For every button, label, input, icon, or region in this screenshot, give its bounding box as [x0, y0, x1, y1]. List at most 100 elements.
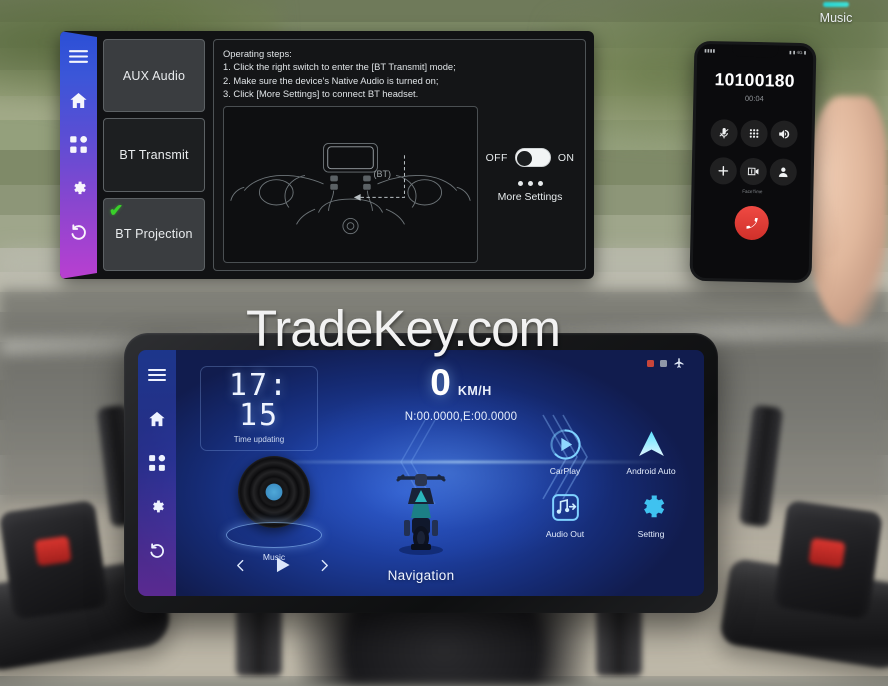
toggle-knob	[517, 150, 533, 166]
speed-row: 0 KM/H	[376, 364, 546, 401]
status-gray-dot	[660, 359, 667, 367]
mode-button-aux-audio[interactable]: AUX Audio	[103, 39, 205, 113]
music-bar-icon	[823, 2, 849, 7]
smartphone-call-screen: ▮▮▮▮ ▮ ▮ 4G ▮ 10100180 00:04 FaceTime	[689, 40, 817, 284]
vinyl-record-icon	[238, 456, 310, 528]
carplay-icon	[549, 428, 582, 461]
audio-out-icon	[549, 491, 582, 524]
mic-muted-icon	[718, 128, 728, 139]
keypad-icon	[749, 129, 758, 138]
app-setting[interactable]: Setting	[608, 491, 694, 539]
bt-transmit-toggle[interactable]	[514, 148, 551, 168]
plus-icon	[717, 165, 728, 176]
back-icon[interactable]	[148, 542, 166, 560]
contacts-button[interactable]	[769, 158, 797, 186]
gear-icon[interactable]	[148, 498, 166, 516]
menu-icon[interactable]	[69, 47, 88, 66]
app-audio-out-label: Audio Out	[545, 529, 585, 539]
add-call-button[interactable]	[709, 157, 737, 185]
chevron-left-icon	[237, 559, 244, 571]
play-button[interactable]	[273, 555, 292, 580]
mode-button-bt-projection[interactable]: ✔ BT Projection	[103, 197, 205, 271]
bt-diagram-label: (BT)	[373, 169, 392, 180]
menu-icon[interactable]	[148, 366, 166, 384]
clock-widget: 17: 15 Time updating	[200, 366, 318, 451]
facetime-label: FaceTime	[742, 188, 763, 195]
check-icon: ✔	[109, 200, 124, 220]
handlebar-diagram-svg	[230, 143, 471, 235]
mode-button-bt-transmit-label: BT Transmit	[119, 147, 189, 162]
app-setting-label: Setting	[637, 529, 665, 539]
play-icon	[276, 557, 290, 573]
settings-panel-sidebar	[60, 31, 97, 279]
end-call-icon	[746, 217, 758, 229]
settings-panel-content: AUX Audio BT Transmit ✔ BT Projection Op…	[97, 31, 594, 279]
ellipsis-icon	[517, 181, 543, 187]
music-corner-label: Music	[806, 2, 866, 25]
chevron-right-icon	[321, 559, 328, 571]
app-carplay[interactable]: CarPlay	[522, 428, 608, 476]
operating-steps-text: Operating steps: 1. Click the right swit…	[223, 48, 456, 100]
music-widget[interactable]: Music	[226, 456, 322, 562]
phone-status-bar: ▮▮▮▮ ▮ ▮ 4G ▮	[697, 44, 813, 59]
app-android-auto[interactable]: Android Auto	[608, 428, 694, 476]
mode-button-aux-audio-label: AUX Audio	[122, 68, 186, 83]
more-settings-label: More Settings	[497, 191, 563, 204]
android-auto-icon	[635, 428, 668, 461]
speaker-icon	[778, 129, 789, 139]
music-corner-text: Music	[819, 11, 853, 25]
previous-track-button[interactable]	[234, 558, 247, 578]
keypad-button[interactable]	[739, 119, 768, 148]
motorcycle-3d-graphic	[391, 462, 451, 556]
bt-settings-panel: AUX Audio BT Transmit ✔ BT Projection Op…	[60, 31, 594, 279]
media-controls	[234, 555, 331, 580]
end-call-button[interactable]	[734, 205, 770, 241]
gear-icon	[635, 491, 668, 524]
mode-button-bt-transmit[interactable]: BT Transmit	[103, 118, 205, 192]
mute-button[interactable]	[709, 119, 738, 147]
status-red-dot	[647, 359, 654, 367]
more-settings-button[interactable]: More Settings	[497, 181, 563, 204]
phone-notch	[732, 44, 779, 58]
handlebar-diagram: (BT)	[223, 106, 478, 263]
app-grid: CarPlay Android Auto Audio Out Setting	[522, 428, 694, 539]
gear-icon[interactable]	[69, 179, 88, 198]
clock-time: 17: 15	[228, 368, 290, 433]
facetime-button[interactable]: FaceTime	[739, 157, 767, 194]
transmit-controls: OFF ON More Settings	[484, 106, 576, 263]
vinyl-glow-ring	[226, 522, 322, 548]
person-icon	[778, 167, 788, 178]
diagram-and-controls: (BT) OFF ON More Settings	[223, 106, 576, 263]
toggle-off-label: OFF	[485, 151, 508, 164]
device-status-icons	[647, 357, 685, 369]
speaker-button[interactable]	[769, 120, 798, 148]
apps-icon[interactable]	[148, 454, 166, 472]
app-carplay-label: CarPlay	[549, 466, 581, 476]
phone-status-right: ▮ ▮ 4G ▮	[789, 49, 807, 55]
speed-unit: KM/H	[457, 384, 492, 398]
apps-icon[interactable]	[69, 135, 88, 154]
next-track-button[interactable]	[318, 558, 331, 578]
toggle-on-label: ON	[557, 151, 575, 164]
airplane-mode-icon	[674, 358, 684, 368]
call-action-grid: FaceTime	[695, 102, 813, 194]
mode-button-bt-projection-label: BT Projection	[115, 227, 193, 242]
clock-sublabel: Time updating	[233, 435, 285, 444]
home-icon[interactable]	[148, 410, 166, 428]
app-audio-out[interactable]: Audio Out	[522, 491, 608, 539]
instructions-area: Operating steps: 1. Click the right swit…	[213, 39, 586, 271]
video-camera-icon	[747, 167, 759, 176]
caller-number: 10100180	[714, 69, 796, 91]
mode-button-column: AUX Audio BT Transmit ✔ BT Projection	[103, 39, 205, 271]
speed-value: 0	[430, 362, 451, 403]
bt-transmit-toggle-row: OFF ON	[485, 148, 575, 168]
navigation-label[interactable]: Navigation	[388, 568, 455, 583]
device-screen: 17: 15 Time updating 0 KM/H N:00.0000,E:…	[138, 350, 704, 596]
back-icon[interactable]	[69, 223, 88, 242]
app-android-auto-label: Android Auto	[626, 466, 676, 476]
motorcycle-display-device: 17: 15 Time updating 0 KM/H N:00.0000,E:…	[124, 333, 718, 613]
speed-widget: 0 KM/H N:00.0000,E:00.0000	[376, 364, 546, 423]
home-icon[interactable]	[69, 91, 88, 110]
phone-status-left: ▮▮▮▮	[704, 47, 716, 53]
gps-coordinates: N:00.0000,E:00.0000	[404, 411, 518, 423]
